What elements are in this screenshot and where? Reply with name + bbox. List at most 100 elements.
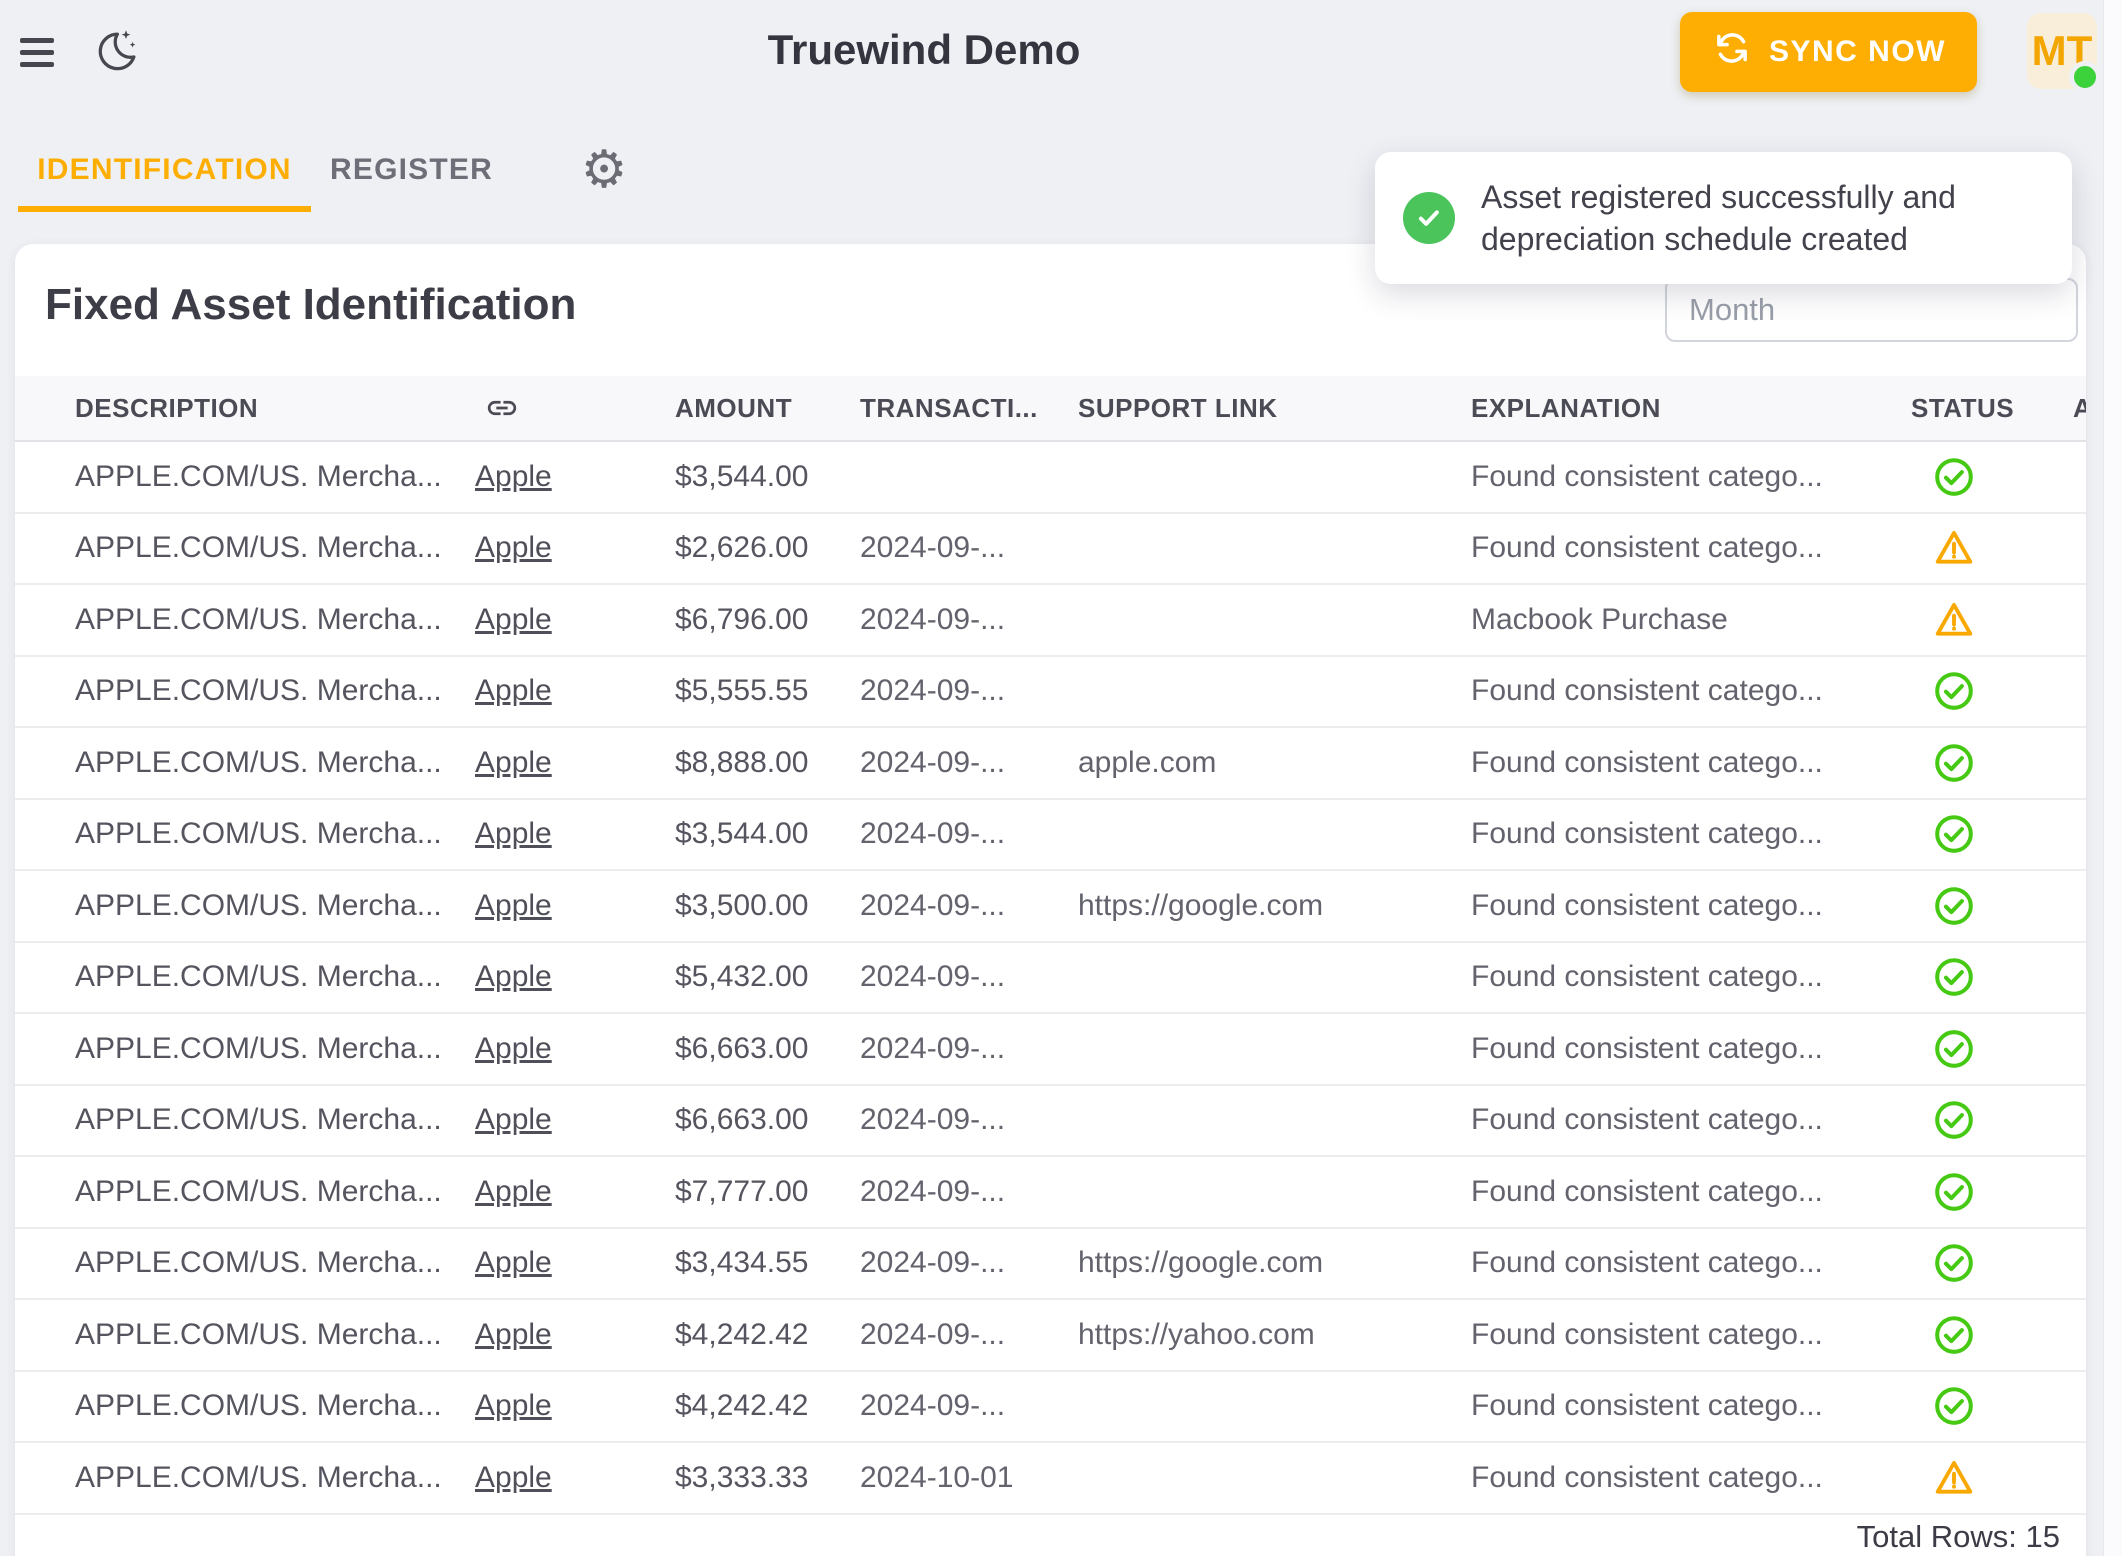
table-row: APPLE.COM/US. Mercha... Apple $6,796.00 … xyxy=(15,585,2086,657)
status-success-icon xyxy=(1933,1028,1975,1070)
vendor-link[interactable]: Apple xyxy=(475,1461,552,1494)
vertical-scrollbar[interactable] xyxy=(2103,0,2122,1556)
total-rows-label: Total Rows: 15 xyxy=(1857,1519,2060,1555)
col-status: STATUS xyxy=(1911,393,2073,424)
explanation-cell: Found consistent catego... xyxy=(1471,1461,1911,1495)
vendor-link[interactable]: Apple xyxy=(475,1103,552,1136)
description-cell: APPLE.COM/US. Mercha... xyxy=(75,674,475,708)
table-row: APPLE.COM/US. Mercha... Apple $5,432.00 … xyxy=(15,943,2086,1015)
app-window: Truewind Demo SYNC NOW MT IDENTIFICATION… xyxy=(0,0,2122,1556)
user-avatar[interactable]: MT xyxy=(2027,13,2097,89)
table-row: APPLE.COM/US. Mercha... Apple $4,242.42 … xyxy=(15,1372,2086,1444)
table-row: APPLE.COM/US. Mercha... Apple $3,333.33 … xyxy=(15,1443,2086,1515)
description-cell: APPLE.COM/US. Mercha... xyxy=(75,817,475,851)
transaction-date-cell: 2024-09-... xyxy=(860,603,1078,637)
status-success-icon xyxy=(1933,456,1975,498)
amount-cell: $3,333.33 xyxy=(675,1461,860,1495)
status-success-icon xyxy=(1933,885,1975,927)
amount-cell: $3,434.55 xyxy=(675,1246,860,1280)
status-cell xyxy=(1911,1457,2073,1499)
description-cell: APPLE.COM/US. Mercha... xyxy=(75,460,475,494)
explanation-cell: Found consistent catego... xyxy=(1471,531,1911,565)
description-cell: APPLE.COM/US. Mercha... xyxy=(75,1032,475,1066)
vendor-link[interactable]: Apple xyxy=(475,603,552,636)
transaction-date-cell: 2024-09-... xyxy=(860,1318,1078,1352)
explanation-cell: Found consistent catego... xyxy=(1471,960,1911,994)
status-success-icon xyxy=(1933,1314,1975,1356)
description-cell: APPLE.COM/US. Mercha... xyxy=(75,889,475,923)
page-title: Truewind Demo xyxy=(768,26,1081,74)
month-filter-input[interactable] xyxy=(1665,278,2078,342)
moon-stars-icon[interactable] xyxy=(94,28,140,79)
status-cell xyxy=(1911,670,2073,712)
status-cell xyxy=(1911,456,2073,498)
menu-icon[interactable] xyxy=(20,36,56,68)
status-warning-icon xyxy=(1933,527,1975,569)
tab-identification[interactable]: IDENTIFICATION xyxy=(18,138,311,202)
table-body: APPLE.COM/US. Mercha... Apple $3,544.00 … xyxy=(15,442,2086,1515)
col-support-link: SUPPORT LINK xyxy=(1078,393,1471,424)
vendor-link[interactable]: Apple xyxy=(475,1246,552,1279)
link-icon xyxy=(485,391,675,425)
vendor-link[interactable]: Apple xyxy=(475,1032,552,1065)
vendor-link[interactable]: Apple xyxy=(475,746,552,779)
description-cell: APPLE.COM/US. Mercha... xyxy=(75,531,475,565)
status-cell xyxy=(1911,599,2073,641)
col-explanation: EXPLANATION xyxy=(1471,393,1911,424)
sync-now-button[interactable]: SYNC NOW xyxy=(1680,12,1977,92)
col-actions: AC xyxy=(2073,393,2086,424)
status-success-icon xyxy=(1933,956,1975,998)
status-cell xyxy=(1911,813,2073,855)
status-cell xyxy=(1911,1242,2073,1284)
explanation-cell: Found consistent catego... xyxy=(1471,746,1911,780)
table-row: APPLE.COM/US. Mercha... Apple $3,434.55 … xyxy=(15,1229,2086,1301)
panel-title: Fixed Asset Identification xyxy=(45,280,576,330)
table-row: APPLE.COM/US. Mercha... Apple $6,663.00 … xyxy=(15,1014,2086,1086)
toast-message: Asset registered successfully and deprec… xyxy=(1481,176,2041,260)
transaction-date-cell: 2024-09-... xyxy=(860,746,1078,780)
vendor-link[interactable]: Apple xyxy=(475,674,552,707)
status-cell xyxy=(1911,956,2073,998)
active-tab-indicator xyxy=(18,206,311,212)
status-cell xyxy=(1911,1099,2073,1141)
status-cell xyxy=(1911,1314,2073,1356)
table-row: APPLE.COM/US. Mercha... Apple $3,544.00 … xyxy=(15,800,2086,872)
toast-notification: Asset registered successfully and deprec… xyxy=(1375,152,2072,284)
amount-cell: $4,242.42 xyxy=(675,1318,860,1352)
vendor-link[interactable]: Apple xyxy=(475,1389,552,1422)
vendor-link[interactable]: Apple xyxy=(475,817,552,850)
description-cell: APPLE.COM/US. Mercha... xyxy=(75,1175,475,1209)
explanation-cell: Found consistent catego... xyxy=(1471,1318,1911,1352)
status-cell xyxy=(1911,1171,2073,1213)
vendor-link[interactable]: Apple xyxy=(475,531,552,564)
status-cell xyxy=(1911,527,2073,569)
sync-icon xyxy=(1711,27,1753,77)
col-description: DESCRIPTION xyxy=(75,393,475,424)
tab-register[interactable]: REGISTER xyxy=(311,138,512,202)
transaction-date-cell: 2024-09-... xyxy=(860,1246,1078,1280)
vendor-link[interactable]: Apple xyxy=(475,1175,552,1208)
amount-cell: $4,242.42 xyxy=(675,1389,860,1423)
vendor-link[interactable]: Apple xyxy=(475,960,552,993)
amount-cell: $6,663.00 xyxy=(675,1032,860,1066)
explanation-cell: Found consistent catego... xyxy=(1471,1032,1911,1066)
amount-cell: $3,500.00 xyxy=(675,889,860,923)
amount-cell: $5,555.55 xyxy=(675,674,860,708)
settings-gear-icon[interactable]: ⚙ xyxy=(578,140,630,200)
vendor-link[interactable]: Apple xyxy=(475,1318,552,1351)
transaction-date-cell: 2024-09-... xyxy=(860,674,1078,708)
col-amount: AMOUNT xyxy=(675,393,860,424)
asset-table: DESCRIPTION AMOUNT TRANSACTI... SUPPORT … xyxy=(15,376,2086,1515)
table-row: APPLE.COM/US. Mercha... Apple $3,500.00 … xyxy=(15,871,2086,943)
status-success-icon xyxy=(1933,742,1975,784)
transaction-date-cell: 2024-09-... xyxy=(860,889,1078,923)
vendor-link[interactable]: Apple xyxy=(475,889,552,922)
transaction-date-cell: 2024-09-... xyxy=(860,960,1078,994)
vendor-link[interactable]: Apple xyxy=(475,460,552,493)
transaction-date-cell: 2024-09-... xyxy=(860,817,1078,851)
status-cell xyxy=(1911,885,2073,927)
status-success-icon xyxy=(1933,1099,1975,1141)
status-success-icon xyxy=(1933,1171,1975,1213)
amount-cell: $6,663.00 xyxy=(675,1103,860,1137)
description-cell: APPLE.COM/US. Mercha... xyxy=(75,1389,475,1423)
